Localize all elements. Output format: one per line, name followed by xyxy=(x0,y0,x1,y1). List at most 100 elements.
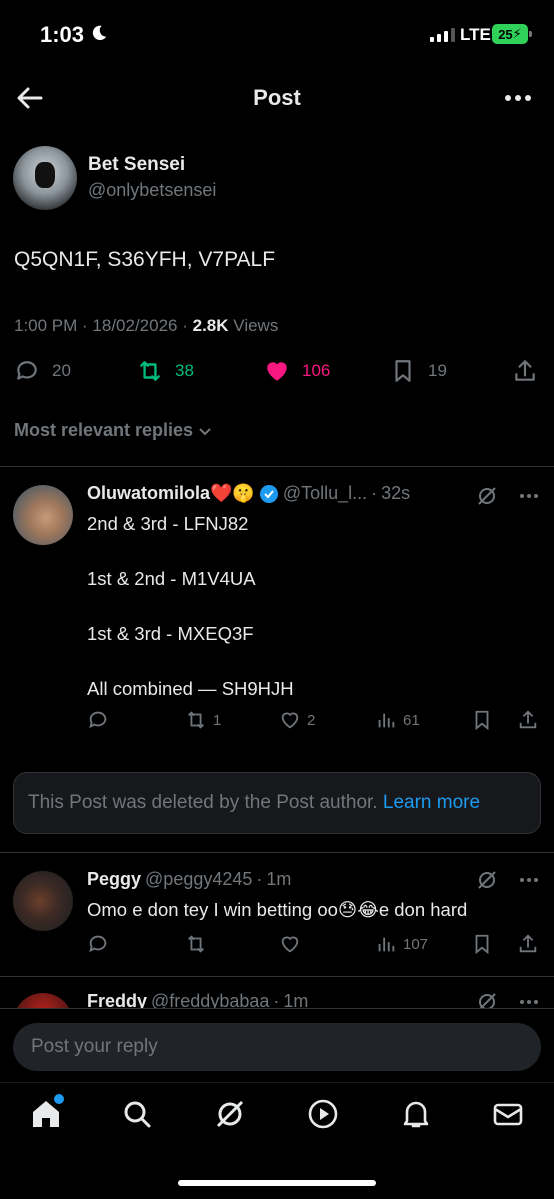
divider xyxy=(0,466,554,467)
repost-icon xyxy=(188,935,204,953)
post-text: Q5QN1F, S36YFH, V7PALF xyxy=(14,248,276,271)
tab-search[interactable] xyxy=(120,1097,154,1131)
heart-icon xyxy=(267,362,287,381)
heart-icon xyxy=(281,936,299,953)
reply-icon xyxy=(17,361,37,380)
chevron-down-icon xyxy=(199,427,211,435)
views-icon xyxy=(378,713,395,728)
reply-header: Oluwatomilola❤️🤫 @Tollu_l... · 32s xyxy=(87,483,411,504)
more-options-icon[interactable] xyxy=(502,84,534,112)
reply-line: 1st & 2nd - M1V4UA xyxy=(87,568,256,590)
reply-author-name[interactable]: Oluwatomilola❤️🤫 xyxy=(87,483,255,504)
reply-tools xyxy=(476,869,540,891)
reply-avatar[interactable] xyxy=(13,485,73,545)
page-title: Post xyxy=(253,85,301,110)
reply-line: 1st & 3rd - MXEQ3F xyxy=(87,623,254,645)
share-button[interactable] xyxy=(512,358,538,384)
top-nav: Post xyxy=(0,70,554,128)
reply-actions: 107 xyxy=(87,933,541,961)
battery-level: 25 xyxy=(498,26,513,42)
reply-share-button[interactable] xyxy=(517,709,539,731)
reply-line: 2nd & 3rd - LFNJ82 xyxy=(87,513,249,534)
reply-view-count: 107 xyxy=(403,935,429,953)
reply-icon xyxy=(89,935,107,953)
share-icon xyxy=(519,934,537,953)
play-icon xyxy=(308,1099,338,1129)
grok-icon[interactable] xyxy=(476,991,498,1008)
reply-line: All combined — SH9HJH xyxy=(87,678,294,700)
author-name[interactable]: Bet Sensei xyxy=(88,154,185,176)
reply-reply-button[interactable] xyxy=(87,709,115,731)
signal-icon xyxy=(430,28,455,42)
reply-item[interactable]: Freddy @freddybabaa · 1m xyxy=(0,977,554,1008)
replies-filter-label: Most relevant replies xyxy=(14,420,194,440)
bell-icon xyxy=(403,1101,429,1128)
views-icon xyxy=(378,937,395,952)
reply-repost-button[interactable] xyxy=(185,933,213,955)
reply-button[interactable]: 20 xyxy=(14,358,71,384)
grok-icon[interactable] xyxy=(476,485,498,507)
heart-icon xyxy=(281,712,299,729)
reply-author-handle[interactable]: @peggy4245 xyxy=(145,869,252,890)
reply-repost-button[interactable]: 1 xyxy=(185,709,221,731)
reply-like-button[interactable] xyxy=(279,933,307,955)
like-count: 106 xyxy=(302,361,331,380)
replies-filter[interactable]: Most relevant replies xyxy=(14,420,213,441)
grok-icon[interactable] xyxy=(476,869,498,891)
author-avatar[interactable] xyxy=(13,146,77,210)
more-options-icon[interactable] xyxy=(518,485,540,507)
deleted-post-notice: This Post was deleted by the Post author… xyxy=(13,772,541,834)
repost-icon xyxy=(140,361,160,381)
reply-bookmark-button[interactable] xyxy=(471,709,493,731)
reply-share-button[interactable] xyxy=(517,933,539,955)
network-label: LTE xyxy=(460,25,491,44)
repost-count: 38 xyxy=(175,361,194,380)
tab-grok[interactable] xyxy=(213,1097,247,1131)
like-button[interactable]: 106 xyxy=(264,358,330,384)
reply-author-name[interactable]: Freddy xyxy=(87,991,147,1008)
status-time: 1:03 xyxy=(40,22,85,47)
reply-views-button[interactable]: 107 xyxy=(375,933,428,955)
divider xyxy=(0,852,554,853)
post-meta: 1:00 PM · 18/02/2026 · 2.8K Views xyxy=(14,316,279,335)
bookmark-button[interactable]: 19 xyxy=(390,358,447,384)
repost-button[interactable]: 38 xyxy=(137,358,194,384)
reply-bookmark-button[interactable] xyxy=(471,933,493,955)
share-icon xyxy=(515,360,535,381)
moon-icon xyxy=(92,25,107,41)
reply-time: 1m xyxy=(283,991,309,1008)
reply-text: 2nd & 3rd - LFNJ82 1st & 2nd - M1V4UA 1s… xyxy=(87,512,294,701)
reply-input[interactable] xyxy=(13,1023,541,1071)
reply-text: Omo e don tey I win betting oo😓😂e don ha… xyxy=(87,899,468,920)
reply-like-button[interactable]: 2 xyxy=(279,709,315,731)
reply-header: Peggy @peggy4245 · 1m xyxy=(87,869,292,890)
reply-author-name[interactable]: Peggy xyxy=(87,869,141,890)
repost-icon xyxy=(188,711,204,729)
reply-author-handle[interactable]: @freddybabaa xyxy=(151,991,269,1008)
views-count[interactable]: 2.8K xyxy=(193,316,229,335)
more-options-icon[interactable] xyxy=(518,869,540,891)
bookmark-icon xyxy=(475,934,489,955)
verified-badge-icon xyxy=(259,484,278,503)
reply-like-count: 2 xyxy=(307,711,316,729)
reply-time: 32s xyxy=(381,483,411,503)
status-bar: 1:03 LTE 25 ⚡ xyxy=(0,0,554,70)
reply-avatar[interactable] xyxy=(13,993,73,1008)
home-indicator[interactable] xyxy=(178,1180,376,1186)
share-icon xyxy=(519,710,537,729)
reply-avatar[interactable] xyxy=(13,871,73,931)
reply-count: 20 xyxy=(52,361,71,380)
bookmark-count: 19 xyxy=(428,361,447,380)
more-options-icon[interactable] xyxy=(518,991,540,1008)
bookmark-icon xyxy=(395,360,411,382)
battery-icon: 25 ⚡ xyxy=(492,24,532,44)
reply-reply-button[interactable] xyxy=(87,933,115,955)
tab-messages[interactable] xyxy=(491,1097,525,1131)
tab-notifications[interactable] xyxy=(399,1097,433,1131)
author-handle[interactable]: @onlybetsensei xyxy=(88,180,216,201)
learn-more-link[interactable]: Learn more xyxy=(383,792,480,813)
reply-author-handle[interactable]: @Tollu_l... xyxy=(283,483,367,504)
tab-video[interactable] xyxy=(306,1097,340,1131)
reply-views-button[interactable]: 61 xyxy=(375,709,420,731)
reply-composer xyxy=(0,1008,554,1082)
